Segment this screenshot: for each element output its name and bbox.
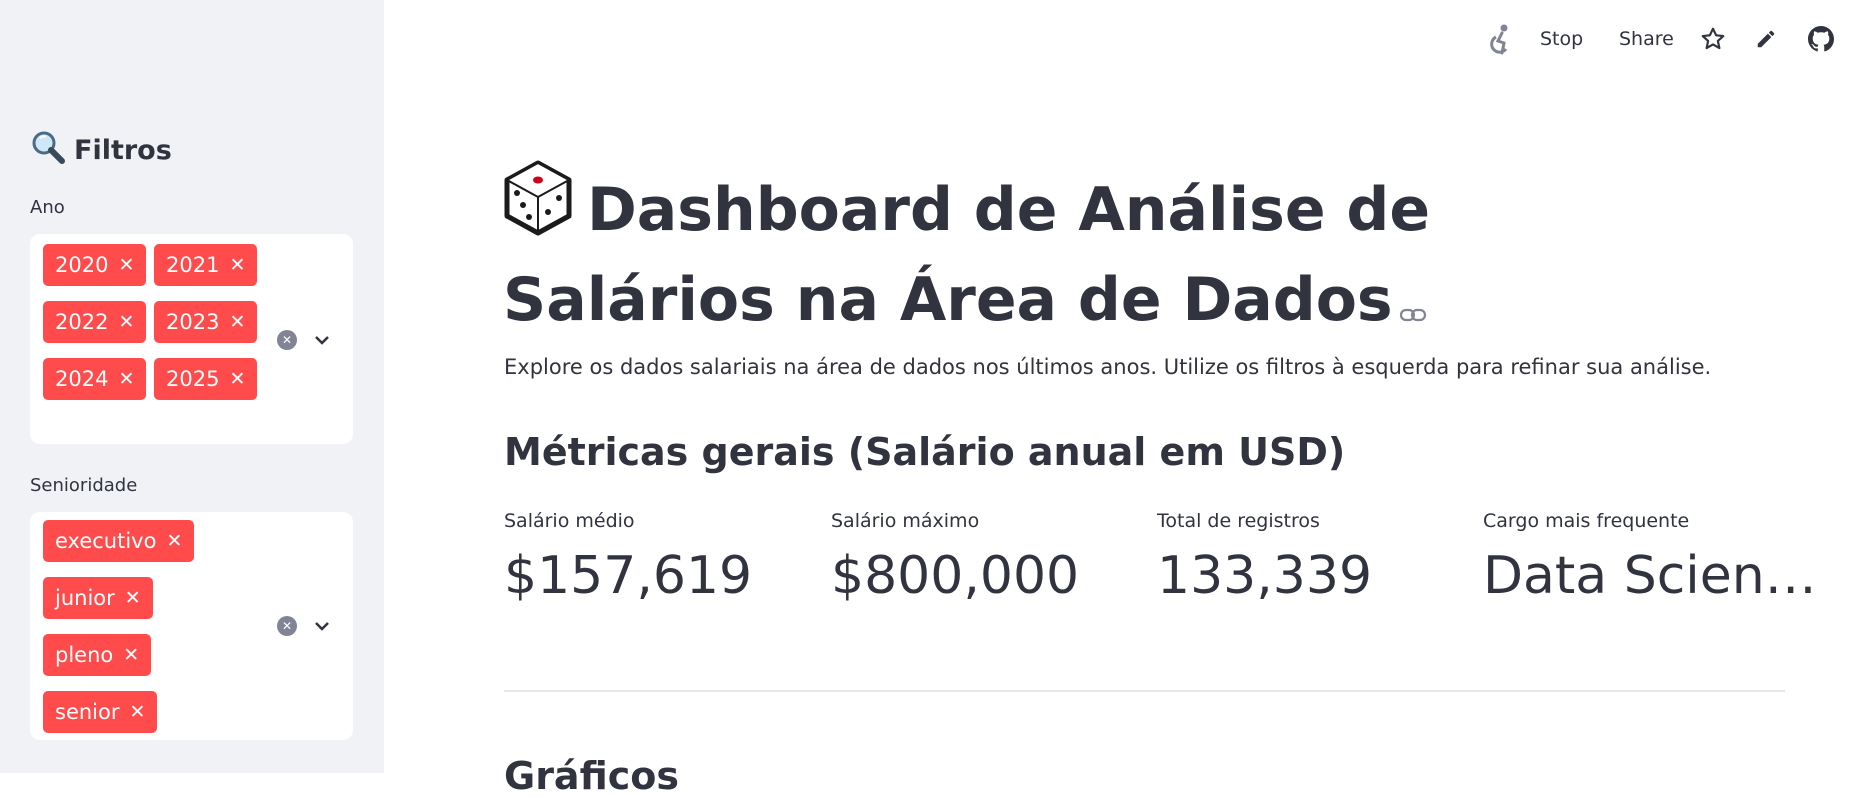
chevron-down-icon[interactable] — [312, 616, 332, 636]
github-icon[interactable] — [1808, 22, 1834, 56]
tag-2021[interactable]: 2021 ✕ — [154, 244, 258, 286]
remove-tag-icon[interactable]: ✕ — [118, 255, 134, 275]
clear-all-icon[interactable]: ✕ — [277, 330, 297, 350]
chevron-down-icon[interactable] — [312, 330, 332, 350]
remove-tag-icon[interactable]: ✕ — [130, 702, 146, 722]
tag-label: 2025 — [166, 367, 220, 391]
remove-tag-icon[interactable]: ✕ — [123, 645, 139, 665]
remove-tag-icon[interactable]: ✕ — [118, 312, 134, 332]
remove-tag-icon[interactable]: ✕ — [166, 531, 182, 551]
tag-senior[interactable]: senior ✕ — [43, 691, 158, 733]
tag-label: pleno — [55, 643, 114, 667]
multiselect-senioridade[interactable]: executivo ✕ junior ✕ pleno ✕ senior ✕ ✕ — [30, 512, 353, 740]
multiselect-ano[interactable]: 2020 ✕ 2021 ✕ 2022 ✕ 2023 ✕ 2024 ✕ 2025 … — [30, 234, 353, 444]
metric-salario-maximo: Salário máximo $800,000 — [831, 510, 1131, 606]
tag-junior[interactable]: junior ✕ — [43, 577, 153, 619]
tag-2024[interactable]: 2024 ✕ — [43, 358, 147, 400]
tag-label: executivo — [55, 529, 157, 553]
remove-tag-icon[interactable]: ✕ — [118, 369, 134, 389]
tag-2023[interactable]: 2023 ✕ — [154, 301, 258, 343]
metric-cargo-frequente: Cargo mais frequente Data Scien… — [1483, 510, 1817, 606]
sidebar: Filtros Ano 2020 ✕ 2021 ✕ 2022 ✕ 2023 ✕ … — [0, 0, 384, 773]
metric-value: $157,619 — [504, 546, 753, 606]
tag-label: senior — [55, 700, 120, 724]
metric-value: 133,339 — [1157, 546, 1373, 606]
remove-tag-icon[interactable]: ✕ — [125, 588, 141, 608]
tag-label: 2024 — [55, 367, 109, 391]
remove-tag-icon[interactable]: ✕ — [229, 369, 245, 389]
tag-executivo[interactable]: executivo ✕ — [43, 520, 195, 562]
metric-label: Total de registros — [1157, 510, 1320, 532]
tag-2022[interactable]: 2022 ✕ — [43, 301, 147, 343]
star-icon[interactable] — [1700, 22, 1726, 56]
intro-text: Explore os dados salariais na área de da… — [504, 355, 1712, 379]
stop-button[interactable]: Stop — [1540, 22, 1583, 56]
running-man-icon — [1484, 22, 1514, 56]
tag-2025[interactable]: 2025 ✕ — [154, 358, 258, 400]
tag-label: junior — [55, 586, 115, 610]
metric-label: Cargo mais frequente — [1483, 510, 1690, 532]
sidebar-title-text: Filtros — [74, 134, 172, 166]
charts-heading: Gráficos — [504, 754, 679, 798]
remove-tag-icon[interactable]: ✕ — [229, 312, 245, 332]
page-title-text: Dashboard de Análise de Salários na Área… — [503, 175, 1431, 335]
remove-tag-icon[interactable]: ✕ — [229, 255, 245, 275]
metrics-heading: Métricas gerais (Salário anual em USD) — [504, 430, 1346, 474]
tag-label: 2023 — [166, 310, 220, 334]
pencil-icon[interactable] — [1755, 22, 1777, 56]
filter-label-senioridade: Senioridade — [30, 475, 138, 496]
clear-all-icon[interactable]: ✕ — [277, 616, 297, 636]
filter-label-ano: Ano — [30, 197, 65, 218]
page-title: Dashboard de Análise de Salários na Área… — [503, 160, 1703, 345]
metric-value: $800,000 — [831, 546, 1080, 606]
metric-total-registros: Total de registros 133,339 — [1157, 510, 1457, 606]
tag-label: 2021 — [166, 253, 220, 277]
dice-icon — [503, 160, 573, 258]
magnifier-icon — [30, 129, 66, 172]
sidebar-title: Filtros — [30, 130, 172, 170]
metric-label: Salário máximo — [831, 510, 980, 532]
link-icon[interactable] — [1399, 261, 1427, 345]
metric-value: Data Scien… — [1483, 546, 1817, 606]
tag-pleno[interactable]: pleno ✕ — [43, 634, 152, 676]
tag-2020[interactable]: 2020 ✕ — [43, 244, 147, 286]
share-button[interactable]: Share — [1619, 22, 1674, 56]
metric-label: Salário médio — [504, 510, 635, 532]
divider — [504, 690, 1785, 692]
tag-label: 2022 — [55, 310, 109, 334]
tag-label: 2020 — [55, 253, 109, 277]
metric-salario-medio: Salário médio $157,619 — [504, 510, 804, 606]
